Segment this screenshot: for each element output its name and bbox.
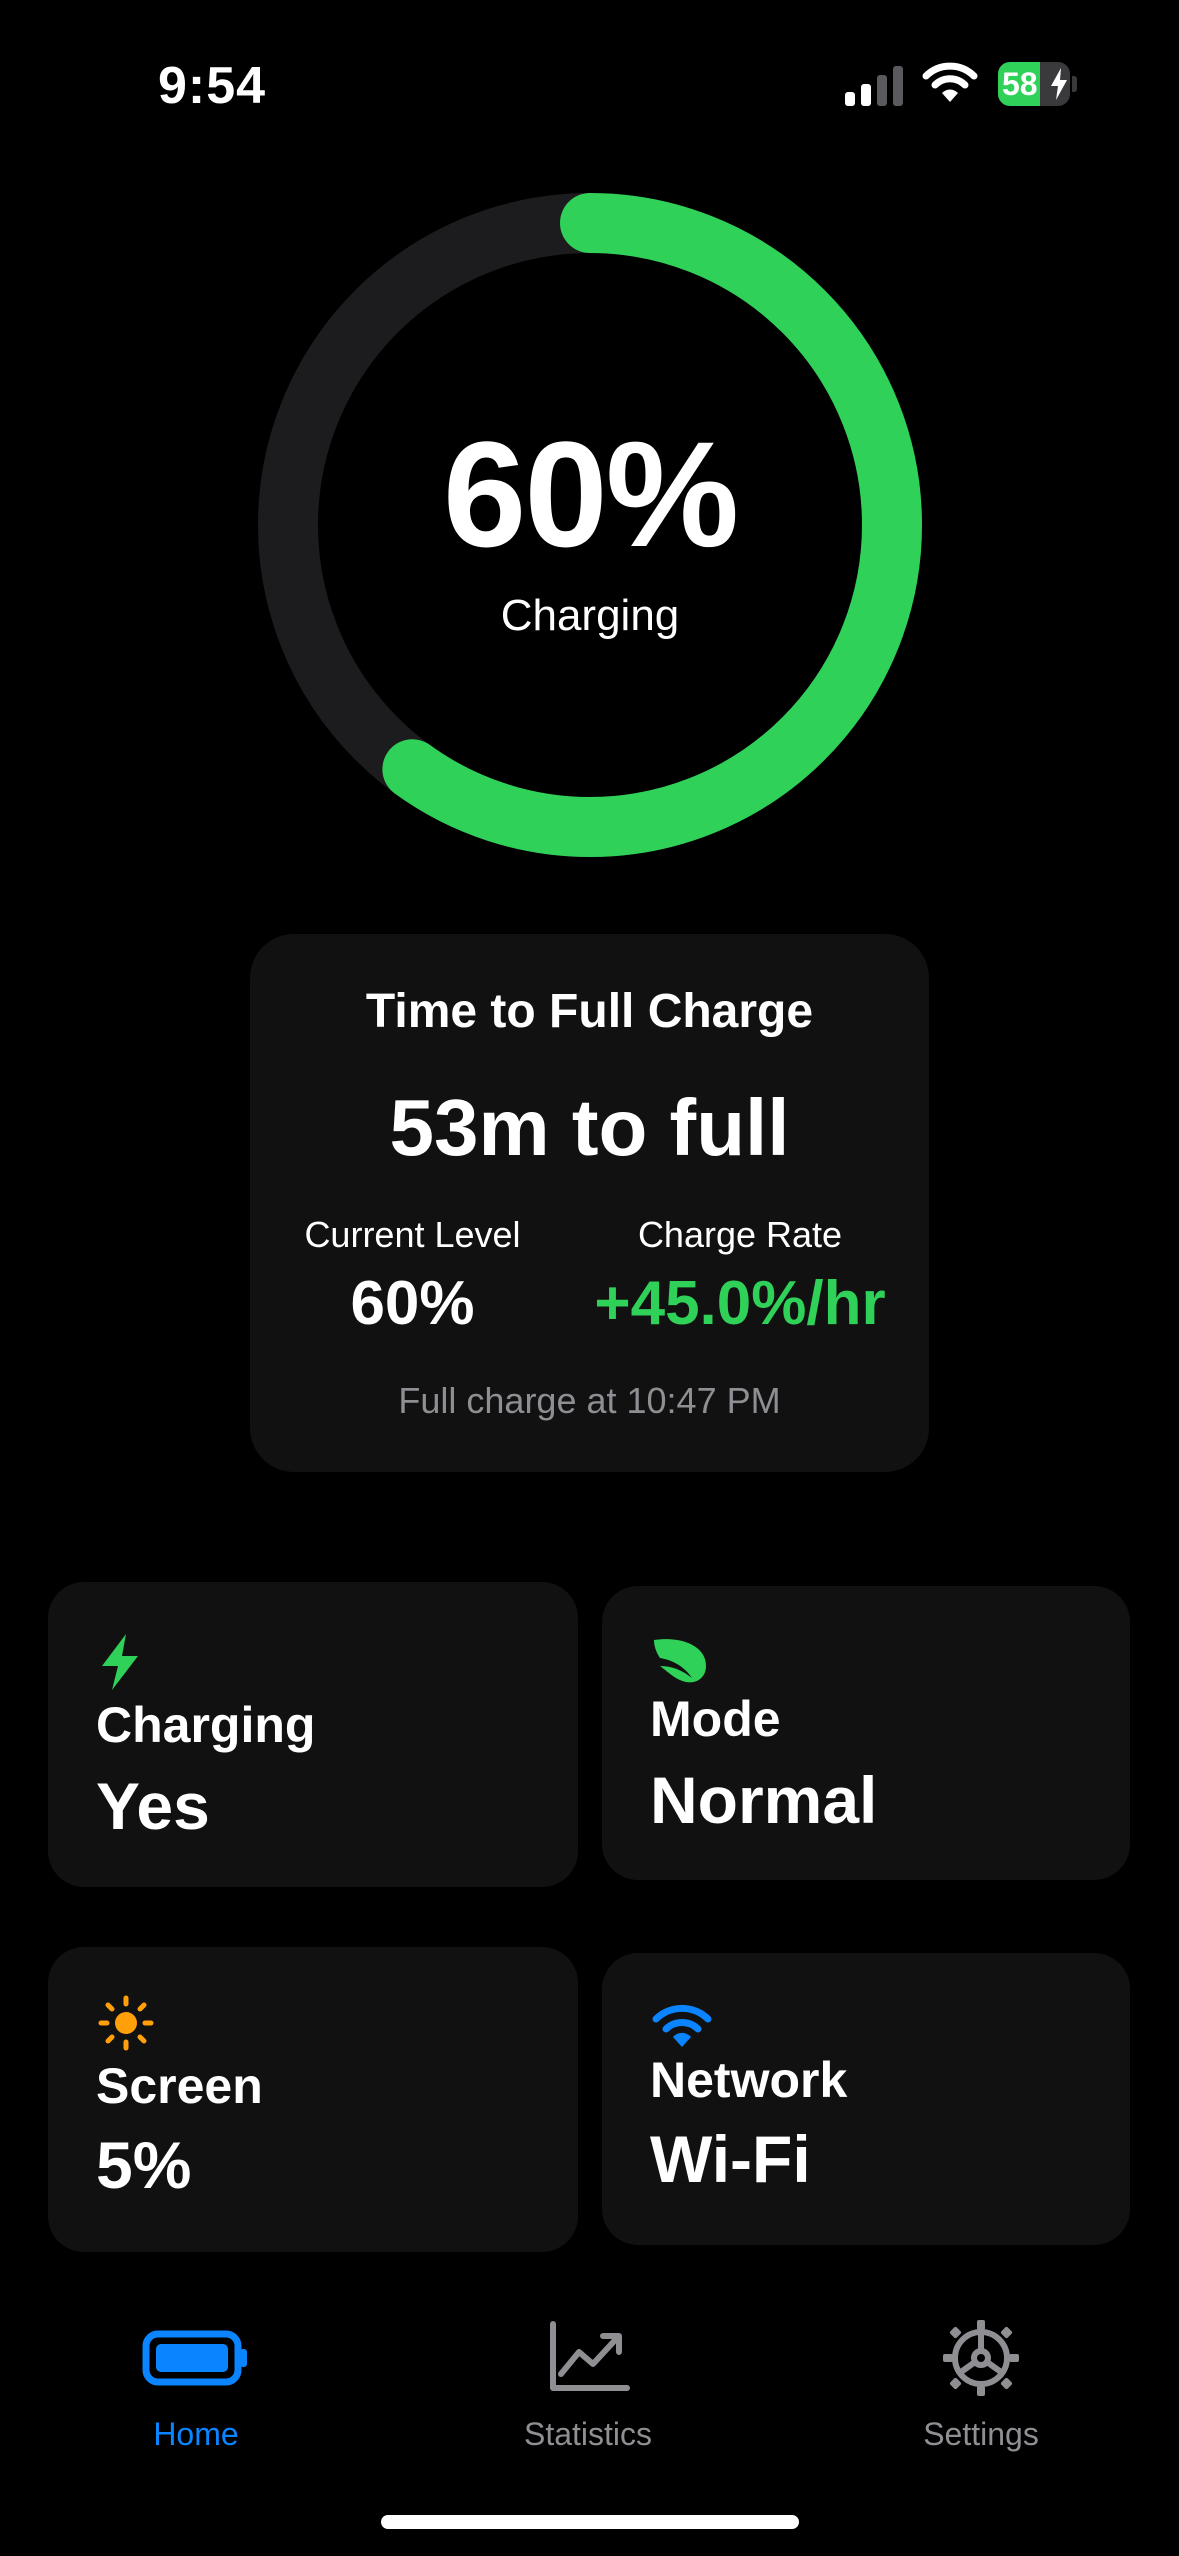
charge-rate-value: +45.0%/hr: [594, 1269, 886, 1338]
battery-status-percent: 58: [1002, 66, 1038, 102]
battery-icon: [142, 2330, 247, 2386]
sun-icon: [98, 1995, 154, 2051]
tile-charging[interactable]: Charging Yes: [48, 1582, 578, 1887]
time-remaining: 53m to full: [389, 1083, 790, 1172]
chart-icon: [550, 2321, 630, 2391]
card-title: Time to Full Charge: [365, 985, 814, 1038]
home-indicator[interactable]: [381, 2515, 799, 2529]
tile-network[interactable]: Network Wi-Fi: [602, 1953, 1130, 2245]
tab-label: Statistics: [523, 2416, 653, 2452]
leaf-icon: [654, 1639, 706, 1683]
tab-home[interactable]: Home: [86, 2318, 306, 2453]
tile-value: Normal: [650, 1763, 878, 1837]
current-level-label: Current Level: [304, 1214, 521, 1255]
tile-label: Charging: [96, 1697, 316, 1753]
tab-label: Home: [153, 2416, 239, 2452]
cellular-signal-icon: [845, 66, 903, 106]
charge-rate-block: Charge Rate +45.0%/hr: [570, 1214, 910, 1339]
tile-label: Mode: [650, 1691, 781, 1747]
tile-mode[interactable]: Mode Normal: [602, 1586, 1130, 1880]
status-time: 9:54: [158, 57, 267, 115]
tab-label: Settings: [923, 2416, 1039, 2452]
battery-ring: 60% Charging: [258, 193, 922, 857]
tile-value: Yes: [96, 1769, 210, 1843]
status-bar: 9:54 58: [0, 0, 1179, 170]
tile-value: 5%: [96, 2128, 192, 2202]
wifi-status-icon: [922, 62, 978, 102]
charging-status: Charging: [500, 591, 680, 640]
tile-label: Screen: [96, 2058, 263, 2114]
current-level-block: Current Level 60%: [250, 1214, 575, 1339]
bolt-icon: [102, 1634, 138, 1690]
wifi-icon: [652, 2004, 712, 2047]
tile-label: Network: [650, 2052, 848, 2108]
tab-statistics[interactable]: Statistics: [478, 2318, 698, 2453]
time-to-full-card: Time to Full Charge 53m to full Current …: [250, 934, 929, 1472]
tab-settings[interactable]: Settings: [871, 2318, 1091, 2453]
charging-bolt-icon: [1051, 68, 1067, 100]
battery-percent: 60%: [442, 410, 739, 578]
tile-value: Wi-Fi: [650, 2122, 811, 2196]
battery-status-icon: 58: [998, 62, 1078, 106]
full-charge-time: Full charge at 10:47 PM: [398, 1380, 781, 1421]
charge-rate-label: Charge Rate: [637, 1214, 843, 1255]
current-level-value: 60%: [350, 1269, 475, 1338]
gear-icon: [943, 2320, 1019, 2396]
tile-screen[interactable]: Screen 5%: [48, 1947, 578, 2252]
